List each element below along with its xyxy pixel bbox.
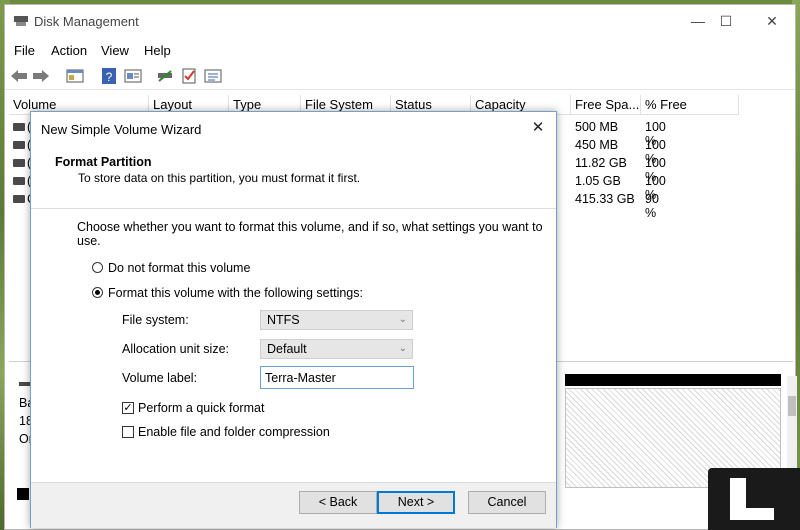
percent-free-value: 90 % [645,192,659,220]
allocation-unit-label: Allocation unit size: [122,342,230,356]
logo-mark [730,508,774,520]
file-system-dropdown[interactable]: NTFS ⌄ [260,310,413,330]
free-space-value: 450 MB [575,138,619,152]
window-title: Disk Management [34,14,139,29]
menu-view[interactable]: View [101,43,129,58]
menu-help[interactable]: Help [144,43,171,58]
unallocated-bar [565,374,781,386]
forward-arrow-icon[interactable] [31,67,51,85]
watermark-logo [708,468,800,530]
free-space-value: 11.82 GB [575,156,627,170]
console-tree-icon[interactable] [65,67,85,85]
file-system-value: NTFS [267,313,300,327]
volume-icon [13,195,25,203]
quick-format-checkbox[interactable]: ✓ [122,402,134,414]
radio-label: Do not format this volume [108,261,251,275]
scrollbar-thumb[interactable] [788,396,796,416]
menu-file[interactable]: File [14,43,35,58]
radio-button-selected[interactable] [92,287,103,298]
compression-label: Enable file and folder compression [138,425,330,439]
minimize-button[interactable]: — [683,11,713,31]
radio-button[interactable] [92,262,103,273]
help-icon[interactable]: ? [99,67,119,85]
wizard-step-subtitle: To store data on this partition, you mus… [78,171,361,185]
instruction-text: Choose whether you want to format this v… [77,220,543,248]
volume-icon [13,141,25,149]
svg-text:?: ? [106,70,113,84]
volume-icon [13,123,25,131]
dialog-close-button[interactable]: ✕ [528,118,548,136]
legend-unallocated-swatch [17,488,29,500]
toolbar: ? [5,63,795,90]
volume-icon [13,159,25,167]
dialog-title: New Simple Volume Wizard [41,122,202,137]
properties-icon[interactable] [123,67,143,85]
wizard-step-title: Format Partition [55,155,152,169]
free-space-value: 500 MB [575,120,619,134]
checklist-icon[interactable] [179,67,199,85]
title-bar[interactable]: Disk Management — ☐ ✕ [5,5,795,37]
dialog-footer: < Back Next > Cancel [31,482,556,528]
back-button[interactable]: < Back [299,491,377,514]
volume-label-label: Volume label: [122,371,198,385]
close-button[interactable]: ✕ [757,11,787,31]
radio-label: Format this volume with the following se… [108,286,363,300]
allocation-unit-value: Default [267,342,307,356]
new-simple-volume-wizard-dialog: New Simple Volume Wizard ✕ Format Partit… [30,111,557,528]
column-free-space[interactable]: Free Spa... [571,95,641,114]
chevron-down-icon: ⌄ [398,314,407,325]
maximize-button[interactable]: ☐ [711,11,741,31]
rescan-disks-icon[interactable] [155,67,175,85]
quick-format-label: Perform a quick format [138,401,265,415]
column-percent-free[interactable]: % Free [641,95,739,114]
compression-checkbox[interactable] [122,426,134,438]
volume-label-input[interactable] [260,366,414,389]
allocation-unit-dropdown[interactable]: Default ⌄ [260,339,413,359]
back-arrow-icon[interactable] [9,67,29,85]
disk-list-icon[interactable] [203,67,223,85]
volume-icon [13,177,25,185]
menu-bar: File Action View Help [5,39,795,61]
menu-action[interactable]: Action [51,43,87,58]
file-system-label: File system: [122,313,189,327]
free-space-value: 415.33 GB [575,192,635,206]
header-divider [31,208,556,209]
cancel-button[interactable]: Cancel [468,491,546,514]
disk-management-icon [14,16,28,26]
chevron-down-icon: ⌄ [398,343,407,354]
next-button[interactable]: Next > [377,491,455,514]
free-space-value: 1.05 GB [575,174,621,188]
